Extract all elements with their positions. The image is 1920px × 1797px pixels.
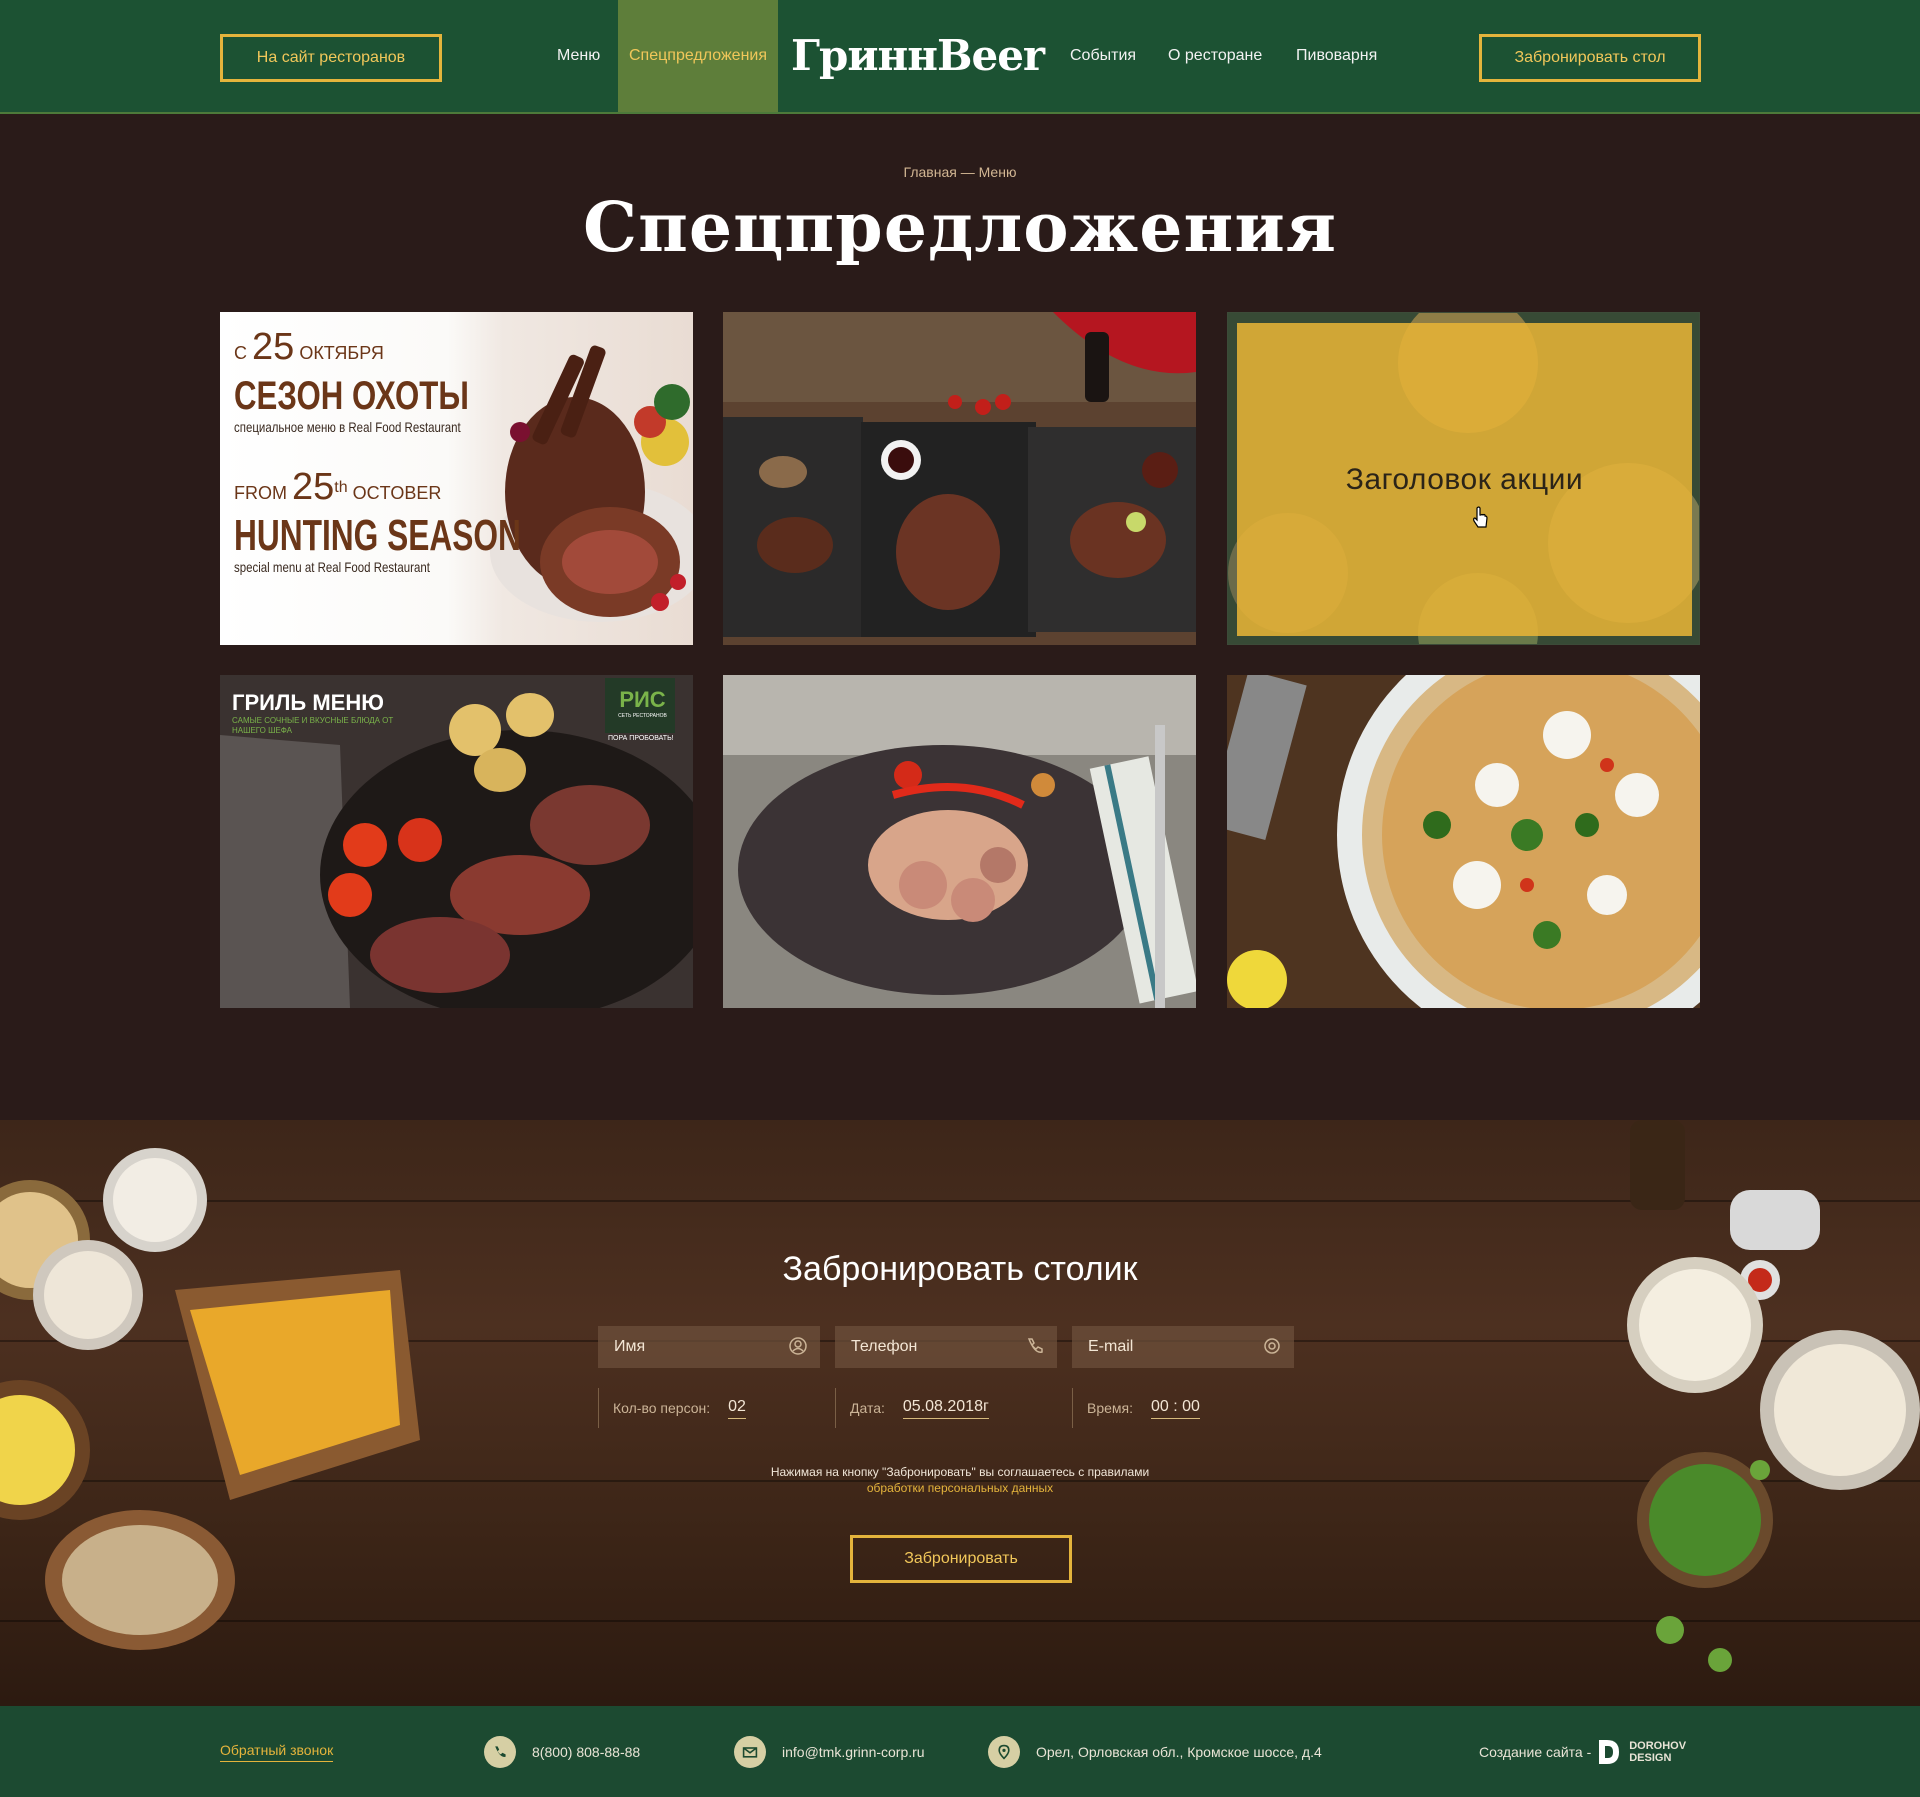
persons-label: Кол-во персон: — [613, 1400, 711, 1416]
persons-value[interactable]: 02 — [728, 1398, 746, 1419]
book-table-button[interactable]: Забронировать стол — [1479, 34, 1701, 82]
nav-about[interactable]: О ресторане — [1168, 0, 1262, 112]
steaks-image — [723, 312, 1196, 645]
name-placeholder: Имя — [614, 1338, 646, 1355]
offer-hover-overlay[interactable]: Заголовок акции — [1237, 323, 1692, 636]
nav-events[interactable]: События — [1070, 0, 1136, 112]
address-text: Орел, Орловская обл., Кромское шоссе, д.… — [1036, 1743, 1322, 1760]
grill-text-block: ГРИЛЬ МЕНЮ САМЫЕ СОЧНЫЕ И ВКУСНЫЕ БЛЮДА … — [232, 690, 402, 736]
time-picker: Время: 00 : 00 — [1072, 1388, 1294, 1428]
breadcrumb[interactable]: Главная — Меню — [0, 164, 1920, 180]
map-pin-icon — [988, 1735, 1020, 1768]
dorohov-logo-icon — [1599, 1739, 1620, 1764]
date-month-en: OCTOBER — [352, 483, 442, 503]
logo[interactable]: ГриннBeer — [791, 22, 1045, 88]
date-number-ru: 25 — [252, 326, 295, 368]
offer-card-pizza[interactable] — [1227, 675, 1700, 1008]
date-sup-en: th — [334, 479, 348, 496]
time-label: Время: — [1087, 1400, 1134, 1416]
restaurants-site-button[interactable]: На сайт ресторанов — [220, 34, 442, 82]
title-ru: СЕЗОН ОХОТЫ — [234, 374, 469, 418]
offer-card-grill-menu[interactable]: ГРИЛЬ МЕНЮ САМЫЕ СОЧНЫЕ И ВКУСНЫЕ БЛЮДА … — [220, 675, 693, 1008]
phone-input[interactable]: Телефон — [835, 1326, 1057, 1368]
date-value[interactable]: 05.08.2018г — [902, 1398, 989, 1419]
site-footer: Обратный звонок 8(800) 808-88-88 info@tm… — [0, 1706, 1920, 1797]
hunting-text-block: С 25 ОКТЯБРЯ СЕЗОН ОХОТЫ специальное мен… — [234, 327, 632, 575]
title-en: HUNTING SEASON — [234, 511, 521, 560]
octopus-dish-image — [723, 675, 1196, 1008]
reserve-submit-button[interactable]: Забронировать — [850, 1535, 1072, 1583]
ris-brand-sub: СЕТЬ РЕСТОРАНОВ — [618, 713, 667, 719]
offer-card-hover[interactable]: Заголовок акции — [1227, 312, 1700, 645]
nav-specials[interactable]: Спецпредложения — [618, 0, 778, 112]
dorohov-wordmark: DOROHOV DESIGN — [1629, 1740, 1686, 1764]
footer-address: Орел, Орловская обл., Кромское шоссе, д.… — [988, 1706, 1322, 1797]
date-picker: Дата: 05.08.2018г — [835, 1388, 1057, 1428]
developer-credit[interactable]: Создание сайта - DOROHOV DESIGN — [1479, 1706, 1686, 1797]
ris-brand: РИС — [619, 687, 666, 712]
site-header: На сайт ресторанов Меню Спецпредложения … — [0, 0, 1920, 114]
mail-icon — [734, 1735, 766, 1768]
nav-brewery[interactable]: Пивоварня — [1296, 0, 1377, 112]
footer-email[interactable]: info@tmk.grinn-corp.ru — [734, 1706, 925, 1797]
beer-decoration-right — [1627, 1120, 1920, 1672]
user-icon — [789, 1337, 807, 1355]
at-icon — [1264, 1338, 1280, 1354]
offer-card-octopus[interactable] — [723, 675, 1196, 1008]
ris-brand-badge: РИС СЕТЬ РЕСТОРАНОВ — [615, 687, 670, 719]
name-input[interactable]: Имя — [598, 1326, 820, 1368]
page-title: Спецпредложения — [583, 188, 1337, 268]
offer-hover-title: Заголовок акции — [1345, 462, 1584, 496]
phone-icon — [1027, 1338, 1043, 1353]
credit-brand-1: DOROHOV — [1629, 1739, 1687, 1752]
date-prefix-ru: С — [234, 343, 247, 363]
grill-subtitle: САМЫЕ СОЧНЫЕ И ВКУСНЫЕ БЛЮДА ОТ НАШЕГО Ш… — [232, 716, 394, 735]
date-month-ru: ОКТЯБРЯ — [299, 343, 384, 363]
date-label: Дата: — [850, 1400, 885, 1416]
ris-tag: ПОРА ПРОБОВАТЬ! — [608, 735, 674, 742]
time-value[interactable]: 00 : 00 — [1151, 1398, 1200, 1419]
email-placeholder: E-mail — [1088, 1338, 1134, 1355]
reservation-title: Забронировать столик — [782, 1250, 1138, 1288]
phone-placeholder: Телефон — [851, 1338, 918, 1355]
phone-icon — [484, 1735, 516, 1768]
reservation-section: Забронировать столик Имя Телефон E-mail … — [0, 1120, 1920, 1706]
subtitle-ru: специальное меню в Real Food Restaurant — [234, 419, 461, 435]
pizza-image — [1227, 675, 1700, 1008]
snacks-decoration-left — [0, 1148, 420, 1650]
subtitle-en: special menu at Real Food Restaurant — [234, 559, 430, 575]
callback-link[interactable]: Обратный звонок — [220, 1706, 334, 1797]
consent-text: Нажимая на кнопку "Забронировать" вы сог… — [770, 1465, 1150, 1479]
consent-notice: Нажимая на кнопку "Забронировать" вы сог… — [0, 1464, 1920, 1496]
footer-phone[interactable]: 8(800) 808-88-88 — [484, 1706, 640, 1797]
credit-label: Создание сайта - — [1479, 1743, 1592, 1760]
privacy-policy-link[interactable]: обработки персональных данных — [867, 1481, 1053, 1495]
callback-label: Обратный звонок — [220, 1742, 334, 1762]
phone-number: 8(800) 808-88-88 — [532, 1743, 641, 1760]
credit-brand-2: DESIGN — [1629, 1751, 1672, 1764]
persons-count: Кол-во персон: 02 — [598, 1388, 820, 1428]
pointer-cursor-icon — [1473, 506, 1488, 528]
offer-card-hunting-season[interactable]: С 25 ОКТЯБРЯ СЕЗОН ОХОТЫ специальное мен… — [220, 312, 693, 645]
nav-menu[interactable]: Меню — [557, 0, 600, 112]
email-input[interactable]: E-mail — [1072, 1326, 1294, 1368]
date-number-en: 25 — [292, 466, 335, 508]
grill-title: ГРИЛЬ МЕНЮ — [232, 690, 384, 715]
email-address: info@tmk.grinn-corp.ru — [782, 1743, 925, 1760]
date-prefix-en: FROM — [234, 483, 287, 503]
offer-card-steaks[interactable] — [723, 312, 1196, 645]
